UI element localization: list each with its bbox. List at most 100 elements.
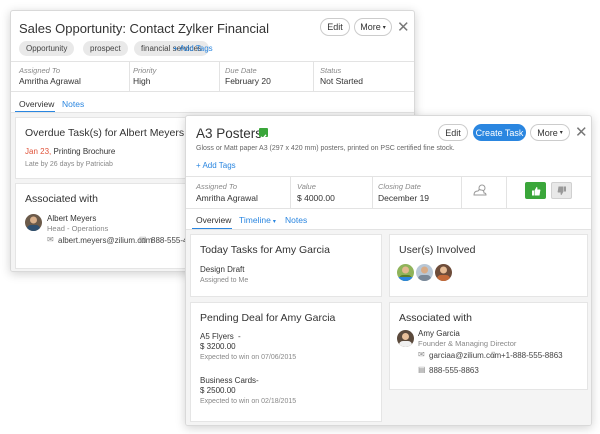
- avatar-image: [437, 266, 450, 281]
- overdue-date: Jan 23,: [25, 147, 52, 156]
- back-contact-name[interactable]: Albert Meyers: [47, 214, 96, 223]
- deal-amount: $ 3200.00: [200, 342, 236, 351]
- avatar[interactable]: [397, 330, 414, 347]
- back-more-button[interactable]: More ▾: [354, 18, 392, 36]
- caret-down-icon: ▾: [272, 219, 276, 225]
- timeline-label: Timeline: [239, 215, 271, 225]
- fax-icon: ▤: [418, 365, 426, 374]
- due-date-label: Due Date: [225, 66, 257, 75]
- today-task[interactable]: Design Draft: [200, 265, 244, 274]
- back-more-label: More: [360, 22, 381, 32]
- front-contact-name[interactable]: Amy Garcia: [418, 329, 460, 338]
- fax-icon: ▤: [139, 235, 147, 244]
- back-tab-notes[interactable]: Notes: [62, 99, 84, 109]
- users-title: User(s) Involved: [399, 244, 476, 256]
- status-value[interactable]: Not Started: [320, 76, 363, 86]
- avatar-image: [418, 266, 431, 281]
- front-associated-title: Associated with: [399, 312, 472, 324]
- avatar[interactable]: [25, 214, 42, 231]
- divider: [219, 61, 220, 91]
- divider: [506, 176, 507, 208]
- front-contact-phone[interactable]: +1-888-555-8863: [501, 351, 563, 360]
- deal-dash: -: [256, 376, 259, 385]
- front-contact-role: Founder & Managing Director: [418, 339, 517, 348]
- overdue-task[interactable]: Printing Brochure: [53, 147, 115, 156]
- front-tab-notes[interactable]: Notes: [285, 215, 307, 225]
- deal-name[interactable]: Business Cards: [200, 376, 256, 385]
- close-icon[interactable]: ✕: [397, 20, 410, 35]
- create-task-button[interactable]: Create Task: [473, 124, 526, 141]
- avatar-image: [399, 333, 412, 347]
- check-mark: [260, 134, 267, 140]
- value-value: $ 4000.00: [297, 193, 335, 203]
- closing-date-label: Closing Date: [378, 182, 421, 191]
- back-edit-button[interactable]: Edit: [320, 18, 350, 36]
- phone-icon: ▯: [491, 350, 496, 359]
- email-icon: ✉: [47, 235, 54, 244]
- avatar-image: [27, 216, 40, 231]
- divider: [186, 208, 591, 209]
- assigned-to-value: Amritha Agrawal: [19, 76, 81, 86]
- divider: [313, 61, 314, 91]
- front-contact-fax[interactable]: 888-555-8863: [429, 366, 479, 375]
- weather-glyph: [473, 184, 487, 196]
- divider: [186, 176, 591, 177]
- priority-value: High: [133, 76, 151, 86]
- caret-down-icon: ▾: [382, 24, 386, 31]
- overdue-meta: Late by 26 days by Patriciab: [25, 161, 113, 168]
- checkbox-icon[interactable]: [259, 128, 268, 140]
- today-meta: Assigned to Me: [200, 277, 249, 284]
- status-label: Status: [320, 66, 342, 75]
- divider: [372, 176, 373, 208]
- due-date-value: February 20: [225, 76, 271, 86]
- back-add-tags-link[interactable]: + Add Tags: [173, 44, 213, 53]
- avatar[interactable]: [397, 264, 414, 281]
- tag-opportunity[interactable]: Opportunity: [19, 41, 75, 56]
- front-title: A3 Posters: [196, 126, 263, 141]
- front-edit-button[interactable]: Edit: [438, 124, 468, 141]
- front-record-card: A3 Posters Edit Create Task More ▾ ✕ Glos…: [185, 115, 592, 426]
- divider: [11, 91, 414, 92]
- avatar[interactable]: [416, 264, 433, 281]
- email-icon: ✉: [418, 350, 425, 359]
- stage: Sales Opportunity: Contact Zylker Financ…: [0, 0, 600, 434]
- today-title: Today Tasks for Amy Garcia: [200, 244, 330, 256]
- deal-dash: -: [238, 332, 241, 341]
- value-label: Value: [297, 182, 316, 191]
- back-contact-role: Head - Operations: [47, 224, 109, 233]
- divider: [461, 176, 462, 208]
- divider: [11, 61, 414, 62]
- front-more-button[interactable]: More ▾: [530, 124, 570, 141]
- pending-title: Pending Deal for Amy Garcia: [200, 312, 336, 324]
- front-tab-timeline[interactable]: Timeline ▾: [239, 215, 276, 225]
- caret-down-icon: ▾: [559, 130, 563, 136]
- front-more-label: More: [537, 127, 558, 138]
- tag-prospect[interactable]: prospect: [83, 41, 128, 56]
- back-title: Sales Opportunity: Contact Zylker Financ…: [19, 21, 269, 36]
- priority-label: Priority: [133, 66, 157, 75]
- deal-meta: Expected to win on 07/06/2015: [200, 354, 297, 361]
- thumbs-down-icon[interactable]: [551, 182, 572, 199]
- front-assigned-value: Amritha Agrawal: [196, 193, 258, 203]
- thumbs-down-glyph: [557, 186, 566, 195]
- front-tab-overview[interactable]: Overview: [196, 215, 231, 225]
- closing-date-value: December 19: [378, 193, 430, 203]
- overdue-task-line: Jan 23, Printing Brochure: [25, 147, 115, 156]
- avatar[interactable]: [435, 264, 452, 281]
- deal-meta: Expected to win on 02/18/2015: [200, 398, 297, 405]
- front-assigned-label: Assigned To: [196, 182, 238, 191]
- front-description: Gloss or Matt paper A3 (297 x 420 mm) po…: [196, 145, 455, 152]
- front-add-tags-link[interactable]: + Add Tags: [196, 161, 236, 170]
- overdue-title: Overdue Task(s) for Albert Meyers: [25, 127, 185, 139]
- deal-amount: $ 2500.00: [200, 386, 236, 395]
- assigned-to-label: Assigned To: [19, 66, 61, 75]
- avatar-image: [397, 266, 414, 281]
- thumbs-up-glyph: [531, 186, 540, 195]
- close-icon[interactable]: ✕: [575, 125, 588, 140]
- deal-name[interactable]: A5 Flyers: [200, 332, 234, 341]
- back-tab-overview[interactable]: Overview: [19, 99, 54, 109]
- back-associated-title: Associated with: [25, 193, 98, 205]
- thumbs-up-icon[interactable]: [525, 182, 546, 199]
- divider: [129, 61, 130, 91]
- weather-icon: [471, 182, 489, 203]
